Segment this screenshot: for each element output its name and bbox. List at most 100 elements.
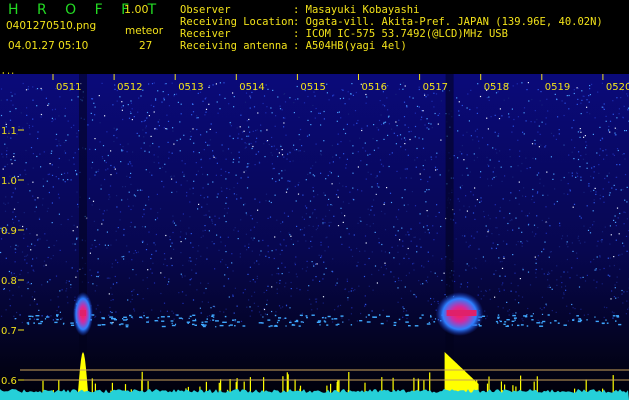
noise-dot <box>285 245 287 247</box>
noise-dot <box>563 293 565 295</box>
carrier-dot <box>278 317 282 319</box>
noise-dot <box>551 310 553 312</box>
noise-dot <box>468 246 470 248</box>
noise-dot <box>538 125 540 127</box>
carrier-dot <box>504 321 507 323</box>
noise-dot <box>599 139 602 141</box>
noise-dot <box>142 260 144 262</box>
level-spike <box>348 372 350 394</box>
noise-dot <box>90 112 92 114</box>
noise-dot <box>281 154 284 156</box>
noise-dot <box>119 96 121 98</box>
noise-dot <box>50 152 52 154</box>
time-tick-label: 0511 <box>56 82 81 93</box>
noise-dot <box>168 151 170 153</box>
noise-dot <box>381 250 383 252</box>
noise-dot <box>215 174 217 176</box>
noise-dot <box>153 154 155 156</box>
noise-dot <box>534 256 536 258</box>
noise-dot <box>172 231 174 234</box>
noise-dot <box>518 155 521 157</box>
noise-dot <box>520 170 522 172</box>
carrier-dot <box>319 324 321 326</box>
noise-dot <box>582 276 584 278</box>
noise-dot <box>487 164 489 166</box>
noise-dot <box>476 107 478 109</box>
noise-dot <box>345 167 347 169</box>
noise-dot <box>364 250 366 252</box>
noise-dot <box>102 145 105 147</box>
noise-dot <box>156 128 158 130</box>
noise-dot <box>514 264 516 266</box>
carrier-dot <box>594 316 596 318</box>
noise-dot <box>574 308 576 310</box>
noise-dot <box>532 157 534 159</box>
noise-dot <box>477 286 480 288</box>
noise-dot <box>283 212 286 214</box>
noise-dot <box>537 89 539 91</box>
noise-dot <box>459 209 461 211</box>
noise-dot <box>422 138 424 140</box>
noise-dot <box>274 125 276 127</box>
noise-dot <box>232 295 234 297</box>
noise-dot <box>146 243 148 245</box>
noise-dot <box>571 151 573 153</box>
carrier-dot <box>111 318 114 320</box>
noise-dot <box>59 290 61 292</box>
noise-dot <box>243 204 245 206</box>
noise-dot <box>356 265 358 267</box>
noise-dot <box>415 296 417 298</box>
noise-dot <box>253 106 256 108</box>
noise-dot <box>141 226 144 228</box>
noise-dot <box>175 224 177 226</box>
noise-dot <box>40 87 42 90</box>
noise-dot <box>522 195 524 197</box>
noise-dot <box>0 99 2 101</box>
noise-dot <box>376 140 378 142</box>
noise-dot <box>362 147 364 149</box>
noise-dot <box>249 107 251 109</box>
noise-dot <box>424 94 426 96</box>
noise-dot <box>63 141 65 143</box>
noise-dot <box>34 206 36 209</box>
noise-dot <box>265 200 267 202</box>
noise-dot <box>464 235 466 237</box>
noise-dot <box>182 264 184 266</box>
noise-dot <box>427 181 429 183</box>
noise-dot <box>116 100 118 102</box>
noise-dot <box>128 251 130 253</box>
noise-dot <box>494 131 496 133</box>
noise-dot <box>25 89 28 91</box>
noise-dot <box>599 269 601 271</box>
noise-dot <box>568 172 570 174</box>
noise-dot <box>419 222 421 224</box>
noise-dot <box>430 303 432 305</box>
noise-dot <box>545 232 547 234</box>
noise-dot <box>567 183 569 185</box>
noise-dot <box>91 167 93 169</box>
noise-dot <box>116 282 118 284</box>
noise-dot <box>192 299 195 301</box>
noise-dot <box>461 145 463 147</box>
noise-dot <box>122 186 124 188</box>
noise-dot <box>577 131 579 133</box>
noise-dot <box>249 306 251 308</box>
noise-dot <box>12 211 14 213</box>
noise-dot <box>331 204 333 206</box>
noise-dot <box>395 93 397 95</box>
noise-dot <box>239 126 241 128</box>
noise-dot <box>138 135 140 137</box>
noise-dot <box>107 244 109 246</box>
noise-dot <box>104 244 106 246</box>
noise-dot <box>189 131 192 133</box>
noise-dot <box>296 85 298 88</box>
noise-dot <box>225 264 227 266</box>
noise-dot <box>352 187 354 189</box>
noise-dot <box>548 284 550 286</box>
noise-dot <box>179 236 181 238</box>
noise-dot <box>240 114 242 116</box>
noise-dot <box>279 282 281 284</box>
noise-dot <box>131 119 133 121</box>
noise-dot <box>46 210 48 212</box>
noise-dot <box>130 100 132 102</box>
